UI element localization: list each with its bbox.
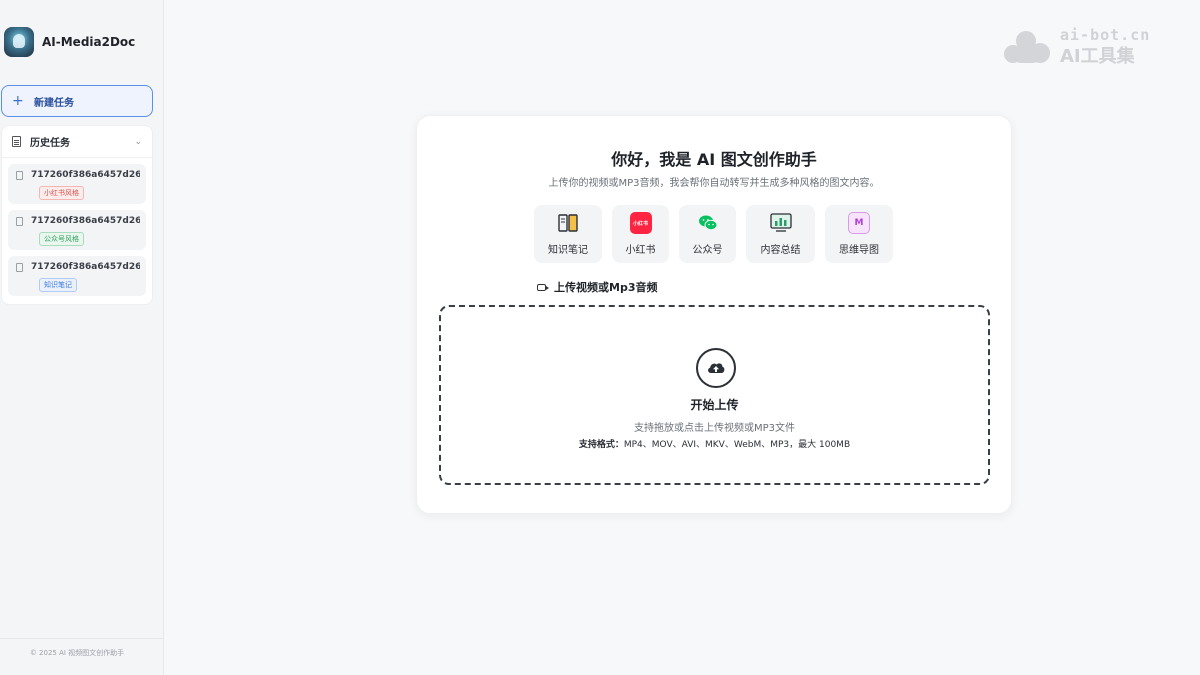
watermark-brand: AI工具集: [1060, 46, 1135, 67]
sidebar: AI-Media2Doc + 新建任务 历史任务 ⌄ 717260f386a64…: [0, 0, 164, 675]
new-task-button[interactable]: + 新建任务: [1, 85, 153, 117]
footer-divider: [0, 638, 164, 639]
page-title: 你好，我是 AI 图文创作助手: [611, 150, 817, 169]
file-icon: [16, 262, 23, 272]
mode-label: 思维导图: [839, 245, 879, 256]
chevron-down-icon[interactable]: ⌄: [134, 137, 142, 147]
mode-xiaohongshu[interactable]: 小红书 小红书: [612, 205, 669, 263]
mode-options: 知识笔记 小红书 小红书 公众号 内容总结 M 思维导图: [534, 205, 903, 263]
mode-label: 小红书: [625, 245, 656, 256]
file-icon: [16, 216, 23, 226]
history-item-name: 717260f386a6457d26...: [31, 216, 140, 226]
history-item[interactable]: 717260f386a6457d26... 小红书风格: [8, 164, 146, 204]
mode-summary[interactable]: 内容总结: [746, 205, 815, 263]
history-item-name: 717260f386a6457d26...: [31, 262, 140, 272]
mode-label: 内容总结: [760, 245, 801, 256]
new-task-label: 新建任务: [34, 97, 74, 109]
mindmap-icon: M: [848, 212, 870, 234]
mode-label: 知识笔记: [548, 245, 588, 256]
video-camera-icon: [537, 283, 549, 291]
main-card: 你好，我是 AI 图文创作助手 上传你的视频或MP3音频，我会帮你自动转写并生成…: [416, 115, 1012, 514]
upload-section-header: 上传视频或Mp3音频: [537, 279, 657, 295]
page-subtitle: 上传你的视频或MP3音频，我会帮你自动转写并生成多种风格的图文内容。: [548, 178, 880, 189]
history-item-name: 717260f386a6457d26...: [31, 170, 140, 180]
history-header[interactable]: 历史任务 ⌄: [2, 126, 152, 158]
history-item-tag: 公众号风格: [39, 232, 84, 246]
wechat-icon: [697, 212, 719, 234]
copyright: © 2025 AI 视频图文创作助手: [29, 649, 125, 657]
app-logo-icon: [4, 27, 34, 57]
plus-icon: +: [12, 93, 24, 109]
history-item-tag: 小红书风格: [39, 186, 84, 200]
dropzone-title: 开始上传: [690, 398, 739, 412]
upload-label: 上传视频或Mp3音频: [554, 281, 658, 294]
history-item[interactable]: 717260f386a6457d26... 公众号风格: [8, 210, 146, 250]
history-item[interactable]: 717260f386a6457d26... 知识笔记: [8, 256, 146, 296]
dropzone-formats: 支持格式：MP4、MOV、AVI、MKV、WebM、MP3，最大 100MB: [441, 437, 988, 450]
chart-icon: [769, 212, 792, 234]
xiaohongshu-icon: 小红书: [629, 212, 652, 234]
mode-mindmap[interactable]: M 思维导图: [825, 205, 893, 263]
dropzone-subtitle: 支持拖放或点击上传视频或MP3文件: [633, 423, 796, 434]
app-name: AI-Media2Doc: [42, 35, 136, 49]
history-panel: 历史任务 ⌄ 717260f386a6457d26... 小红书风格 71726…: [1, 125, 153, 305]
history-label: 历史任务: [30, 138, 70, 149]
upload-dropzone[interactable]: 开始上传 支持拖放或点击上传视频或MP3文件 支持格式：MP4、MOV、AVI、…: [439, 305, 990, 485]
document-icon: [12, 136, 21, 147]
mode-knowledge-notes[interactable]: 知识笔记: [534, 205, 602, 263]
brand[interactable]: AI-Media2Doc: [4, 27, 135, 57]
mode-wechat[interactable]: 公众号: [679, 205, 736, 263]
formats-prefix: 支持格式：: [578, 440, 624, 450]
watermark: ai-bot.cn AI工具集: [1004, 26, 1150, 68]
cloud-upload-icon: [696, 348, 736, 388]
book-icon: [557, 212, 579, 234]
watermark-logo-icon: [1004, 29, 1056, 65]
history-item-tag: 知识笔记: [39, 278, 77, 292]
file-icon: [16, 170, 23, 180]
formats-list: MP4、MOV、AVI、MKV、WebM、MP3，最大 100MB: [623, 440, 851, 450]
mode-label: 公众号: [692, 245, 723, 256]
